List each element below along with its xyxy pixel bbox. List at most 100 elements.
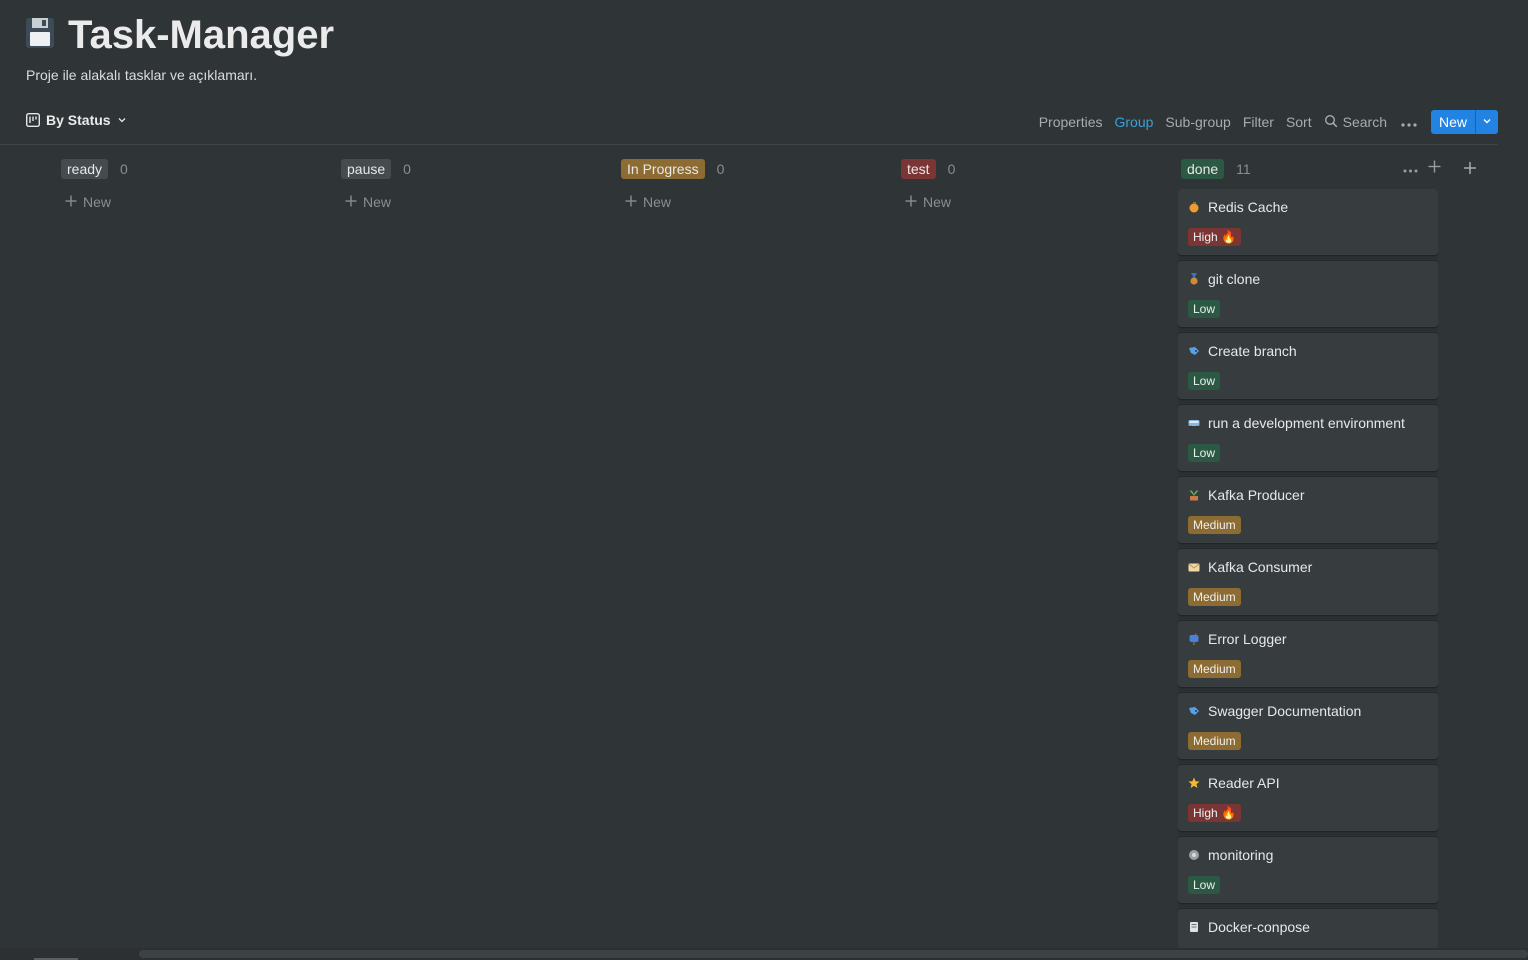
add-card-button[interactable]: New (345, 194, 601, 210)
properties-button[interactable]: Properties (1039, 114, 1103, 130)
view-selector[interactable]: By Status (26, 112, 127, 128)
sort-button[interactable]: Sort (1286, 114, 1312, 130)
more-options-button[interactable] (1401, 114, 1417, 130)
card-title-text: Swagger Documentation (1208, 703, 1362, 719)
star-icon (1188, 777, 1200, 789)
status-pill-test[interactable]: test (901, 159, 936, 179)
new-dropdown-button[interactable] (1476, 110, 1498, 134)
column-more-button[interactable] (1403, 160, 1418, 178)
card-title-text: Create branch (1208, 343, 1297, 359)
priority-badge: Medium (1188, 660, 1241, 678)
status-pill-ready[interactable]: ready (61, 159, 109, 179)
search-icon (1324, 114, 1338, 131)
column-header: done 11 (1181, 158, 1441, 180)
add-card-button[interactable]: New (625, 194, 881, 210)
filter-button[interactable]: Filter (1243, 114, 1274, 130)
task-card[interactable]: run a development environment Low (1178, 405, 1438, 471)
plus-icon (905, 194, 917, 210)
status-pill-pause[interactable]: pause (341, 159, 392, 179)
page-description[interactable]: Proje ile alakalı tasklar ve açıklamarı. (26, 67, 257, 83)
ellipsis-icon (1403, 160, 1418, 177)
plus-icon (1428, 160, 1441, 177)
card-title-text: git clone (1208, 271, 1261, 287)
column-done: done 11 (1181, 158, 1441, 180)
column-header: pause 0 (341, 158, 601, 180)
task-card[interactable]: Create branch Low (1178, 333, 1438, 399)
page-title[interactable]: Task-Manager (68, 12, 334, 58)
column-count: 0 (947, 161, 956, 177)
column-count: 0 (403, 161, 411, 177)
board-icon (26, 113, 40, 127)
card-title-text: Kafka Consumer (1208, 559, 1313, 575)
priority-badge: High 🔥 (1188, 804, 1241, 822)
task-card[interactable]: Reader API High 🔥 (1178, 765, 1438, 831)
view-actions: Properties Group Sub-group Filter Sort S… (1027, 110, 1498, 134)
column-count: 11 (1236, 161, 1251, 177)
task-card[interactable]: git clone Low (1178, 261, 1438, 327)
card-title: Error Logger (1188, 631, 1287, 647)
priority-badge: Low (1188, 444, 1221, 462)
card-title: Create branch (1188, 343, 1297, 359)
card-title: Swagger Documentation (1188, 703, 1361, 719)
plus-icon (625, 194, 637, 210)
status-pill-in-progress[interactable]: In Progress (621, 159, 705, 179)
floppy-disk-icon[interactable] (24, 16, 56, 50)
group-button[interactable]: Group (1115, 114, 1154, 130)
medal-icon (1188, 273, 1200, 285)
status-pill-done[interactable]: done (1181, 159, 1225, 179)
add-card-button[interactable]: New (65, 194, 321, 210)
column-count: 0 (120, 161, 128, 177)
chevron-down-icon (1482, 113, 1492, 131)
column-pause: pause 0 New (341, 158, 601, 210)
column-header: ready 0 (61, 158, 321, 180)
add-card-button[interactable]: New (905, 194, 1161, 210)
subgroup-button[interactable]: Sub-group (1165, 114, 1230, 130)
priority-badge: Low (1188, 300, 1221, 318)
new-button[interactable]: New (1430, 110, 1476, 134)
add-card-label: New (643, 194, 672, 210)
view-toolbar: By Status Properties Group Sub-group Fil… (26, 110, 1498, 134)
card-title: run a development environment (1188, 415, 1405, 431)
column-ready: ready 0 New (61, 158, 321, 210)
task-card[interactable]: Docker-conpose (1178, 909, 1438, 948)
card-title-text: Kafka Producer (1208, 487, 1305, 503)
orange-icon (1188, 201, 1200, 213)
plus-icon (1462, 162, 1478, 180)
card-title-text: Docker-conpose (1208, 919, 1310, 935)
done-cards-list: Redis Cache High 🔥 git clone Low Create … (1178, 189, 1438, 948)
priority-badge: Medium (1188, 588, 1241, 606)
mailbox-icon (1188, 633, 1200, 645)
card-title: git clone (1188, 271, 1260, 287)
add-card-label: New (923, 194, 952, 210)
task-card[interactable]: Swagger Documentation Medium (1178, 693, 1438, 759)
card-title: monitoring (1188, 847, 1273, 863)
card-title: Kafka Consumer (1188, 559, 1312, 575)
card-title: Redis Cache (1188, 199, 1288, 215)
priority-badge: High 🔥 (1188, 228, 1241, 246)
card-title-text: run a development environment (1208, 415, 1405, 431)
column-header: test 0 (901, 158, 1161, 180)
task-card[interactable]: monitoring Low (1178, 837, 1438, 903)
fishing-lure-icon (1188, 705, 1200, 717)
column-in-progress: In Progress 0 New (621, 158, 881, 210)
task-card[interactable]: Error Logger Medium (1178, 621, 1438, 687)
view-name: By Status (46, 112, 111, 128)
column-count: 0 (716, 161, 725, 177)
new-button-group: New (1430, 110, 1498, 134)
bus-icon (1188, 417, 1200, 429)
card-title: Reader API (1188, 775, 1280, 791)
priority-badge: Medium (1188, 732, 1241, 750)
add-group-button[interactable] (1462, 160, 1478, 181)
plus-icon (65, 194, 77, 210)
horizontal-scrollbar[interactable] (0, 948, 1528, 960)
scrollbar-thumb[interactable] (139, 950, 1528, 958)
priority-badge: Low (1188, 876, 1221, 894)
column-add-button[interactable] (1428, 160, 1441, 178)
task-card[interactable]: Kafka Consumer Medium (1178, 549, 1438, 615)
column-test: test 0 New (901, 158, 1161, 210)
task-card[interactable]: Redis Cache High 🔥 (1178, 189, 1438, 255)
plant-icon (1188, 489, 1200, 501)
task-card[interactable]: Kafka Producer Medium (1178, 477, 1438, 543)
search-button[interactable]: Search (1324, 114, 1387, 131)
toolbar-divider (0, 144, 1498, 145)
